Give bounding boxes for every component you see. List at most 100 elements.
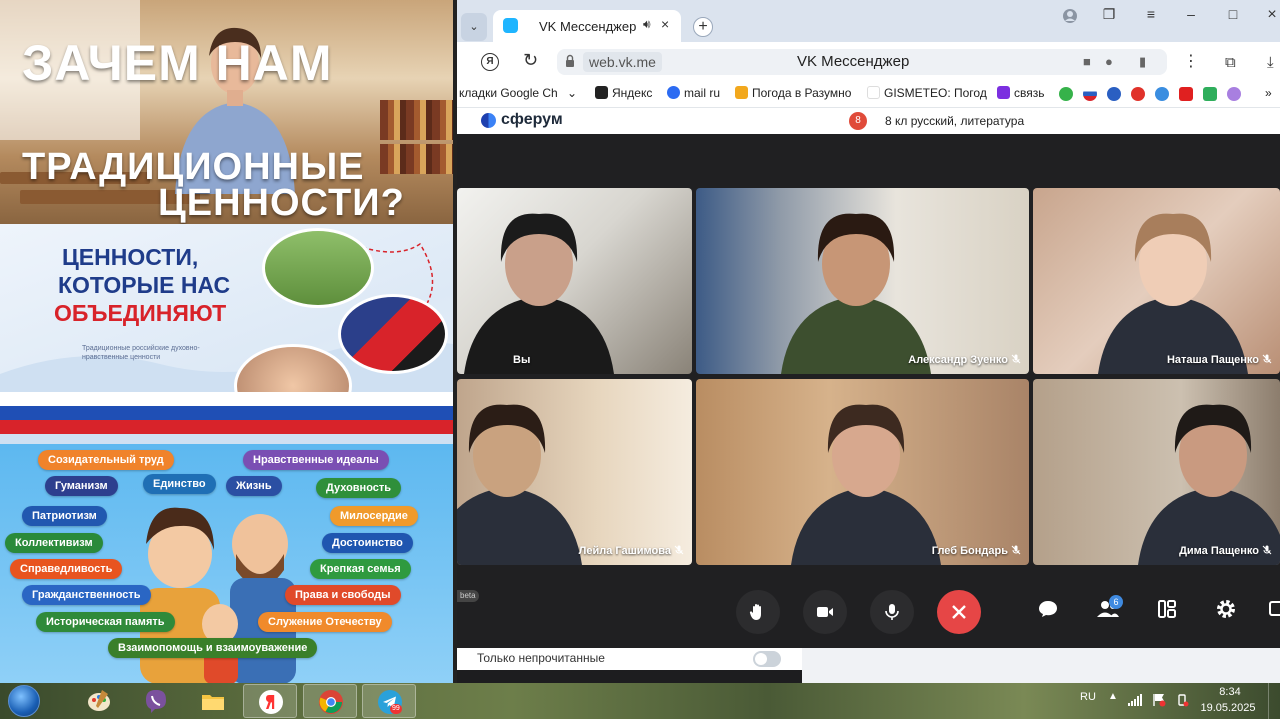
participant-tile[interactable]: Глеб Бондарь	[696, 379, 1029, 565]
bookmark-icon-5[interactable]	[1155, 87, 1169, 101]
reload-icon[interactable]: ↻	[523, 50, 538, 71]
participant-tile[interactable]: Дима Пащенко	[1033, 379, 1280, 565]
show-desktop-button[interactable]	[1268, 683, 1280, 719]
family-photo	[262, 228, 374, 308]
raise-hand-button[interactable]	[736, 590, 780, 634]
participant-name: Вы	[513, 354, 531, 366]
sferum-logo-icon	[481, 113, 496, 128]
paint-palette-icon	[88, 690, 110, 711]
more-controls-button[interactable]	[1268, 598, 1280, 622]
chat-title[interactable]: 8 кл русский, литература	[885, 114, 1024, 128]
tab-bar: ⌄ VK Мессенджер 🔊︎ × + ❐ ≡ – □ ×	[457, 0, 1280, 42]
url-page-title: VK Мессенджер	[797, 53, 910, 70]
participant-name: Лейла Гашимова	[579, 545, 684, 557]
chat-button[interactable]	[1037, 598, 1061, 622]
tab-audio-icon[interactable]: 🔊︎	[643, 17, 651, 32]
participant-tile[interactable]: Лейла Гашимова	[457, 379, 692, 565]
participant-video	[457, 404, 582, 565]
value-pill: Единство	[143, 474, 216, 494]
collections-icon[interactable]: ❐	[1099, 6, 1119, 23]
taskbar-viber[interactable]	[129, 684, 183, 718]
vk-favicon-icon	[503, 18, 518, 33]
participant-video	[791, 404, 941, 565]
bookmark-icon-7[interactable]	[1227, 87, 1241, 101]
tray-expand-icon[interactable]: ▲	[1108, 691, 1118, 702]
poster-classroom-banner: ЗАЧЕМ НАМ ТРАДИЦИОННЫЕ ЦЕННОСТИ?	[0, 0, 453, 224]
tab-close-icon[interactable]: ×	[661, 16, 669, 32]
bookmark-google[interactable]: кладки Google Ch	[459, 86, 558, 100]
vk-header: сферум 8 8 кл русский, литература	[457, 108, 1280, 134]
mail-favicon-icon	[667, 86, 680, 99]
maximize-icon[interactable]: □	[1223, 6, 1243, 22]
taskbar-paint[interactable]	[72, 684, 126, 718]
value-pill: Взаимопомощь и взаимоуважение	[108, 638, 318, 658]
bookmark-icon-2[interactable]	[1083, 87, 1097, 101]
clock-date[interactable]: 19.05.2025	[1198, 702, 1258, 714]
bookmarks-overflow-icon[interactable]: »	[1265, 86, 1272, 100]
bookmark-yandex[interactable]: Яндекс	[595, 86, 652, 100]
close-window-icon[interactable]: ×	[1262, 6, 1280, 24]
youtube-icon[interactable]	[1179, 87, 1193, 101]
bookmark-gismeteo[interactable]: GISMETEO: Погод	[867, 86, 987, 100]
unread-toggle[interactable]	[753, 651, 781, 667]
share-screen-icon	[1269, 601, 1280, 616]
bookmark-weather[interactable]: Погода в Разумно	[735, 86, 851, 100]
power-icon[interactable]	[1175, 693, 1189, 707]
url-field[interactable]: web.vk.me VK Мессенджер ■ ● ▮	[557, 49, 1167, 75]
sferum-logo: сферум	[501, 111, 563, 128]
browser-window: ⌄ VK Мессенджер 🔊︎ × + ❐ ≡ – □ × Я ↻ web…	[457, 0, 1280, 683]
bookmark-icon-4[interactable]	[1131, 87, 1145, 101]
network-signal-icon[interactable]	[1128, 694, 1142, 706]
bookmark-icon-6[interactable]	[1203, 87, 1217, 101]
end-call-button[interactable]	[937, 590, 981, 634]
camera-button[interactable]	[803, 590, 847, 634]
participant-tile[interactable]: Вы	[457, 188, 692, 374]
windows-taskbar: 99 RU ▲ 8:34 19.05.2025	[0, 683, 1280, 719]
lock-icon	[566, 54, 574, 67]
value-pill: Жизнь	[226, 476, 282, 496]
bookmark-mail[interactable]: mail ru	[667, 86, 720, 100]
participant-tile[interactable]: Александр Зуенко	[696, 188, 1029, 374]
bookshelf	[380, 144, 453, 174]
bookmark-svyaz[interactable]: связь	[997, 86, 1045, 100]
bookmark-icon-1[interactable]	[1059, 87, 1073, 101]
layout-button[interactable]	[1156, 598, 1180, 622]
profile-icon[interactable]	[1060, 8, 1080, 27]
settings-button[interactable]	[1215, 598, 1239, 622]
yandex-icon[interactable]: Я	[481, 53, 499, 71]
tab-vk-messenger[interactable]: VK Мессенджер 🔊︎ ×	[493, 10, 681, 42]
participant-name: Дима Пащенко	[1179, 545, 1272, 557]
participant-tile[interactable]: Наташа Пащенко	[1033, 188, 1280, 374]
bookshelf	[380, 100, 453, 140]
mic-permission-icon[interactable]: ●	[1105, 54, 1113, 69]
taskbar-chrome[interactable]	[303, 684, 357, 718]
bookmarks-more-icon[interactable]: ⌄	[567, 86, 577, 100]
taskbar-yandex-browser[interactable]	[243, 684, 297, 718]
value-pill: Нравственные идеалы	[243, 450, 389, 470]
keyboard-language[interactable]: RU	[1080, 691, 1096, 703]
microphone-button[interactable]	[870, 590, 914, 634]
participant-video	[781, 213, 931, 374]
yandex-favicon-icon	[595, 86, 608, 99]
taskbar-telegram[interactable]: 99	[362, 684, 416, 718]
camera-permission-icon[interactable]: ■	[1083, 54, 1091, 69]
browser-menu-icon[interactable]: ≡	[1141, 6, 1161, 22]
start-button[interactable]	[8, 685, 40, 717]
clock-time[interactable]: 8:34	[1206, 686, 1254, 698]
minimize-icon[interactable]: –	[1181, 6, 1201, 22]
taskbar-explorer[interactable]	[186, 684, 240, 718]
bookmark-icon-3[interactable]	[1107, 87, 1121, 101]
action-center-flag-icon[interactable]	[1152, 693, 1166, 707]
extensions-icon[interactable]: ⧉	[1225, 54, 1236, 71]
message-input-area[interactable]	[802, 648, 1280, 683]
bookmark-icon[interactable]: ▮	[1139, 54, 1146, 70]
download-icon[interactable]: ⤓	[1267, 54, 1274, 71]
tab-list-button[interactable]: ⌄	[461, 13, 487, 41]
camera-icon	[817, 607, 833, 617]
values-headline-line-2: КОТОРЫЕ НАС	[58, 272, 231, 298]
chat-avatar[interactable]: 8	[849, 112, 867, 130]
more-menu-icon[interactable]: ⋮	[1183, 51, 1199, 71]
new-tab-button[interactable]: +	[693, 17, 713, 37]
crowd-flag-photo	[338, 294, 448, 374]
gear-icon	[1217, 600, 1235, 618]
